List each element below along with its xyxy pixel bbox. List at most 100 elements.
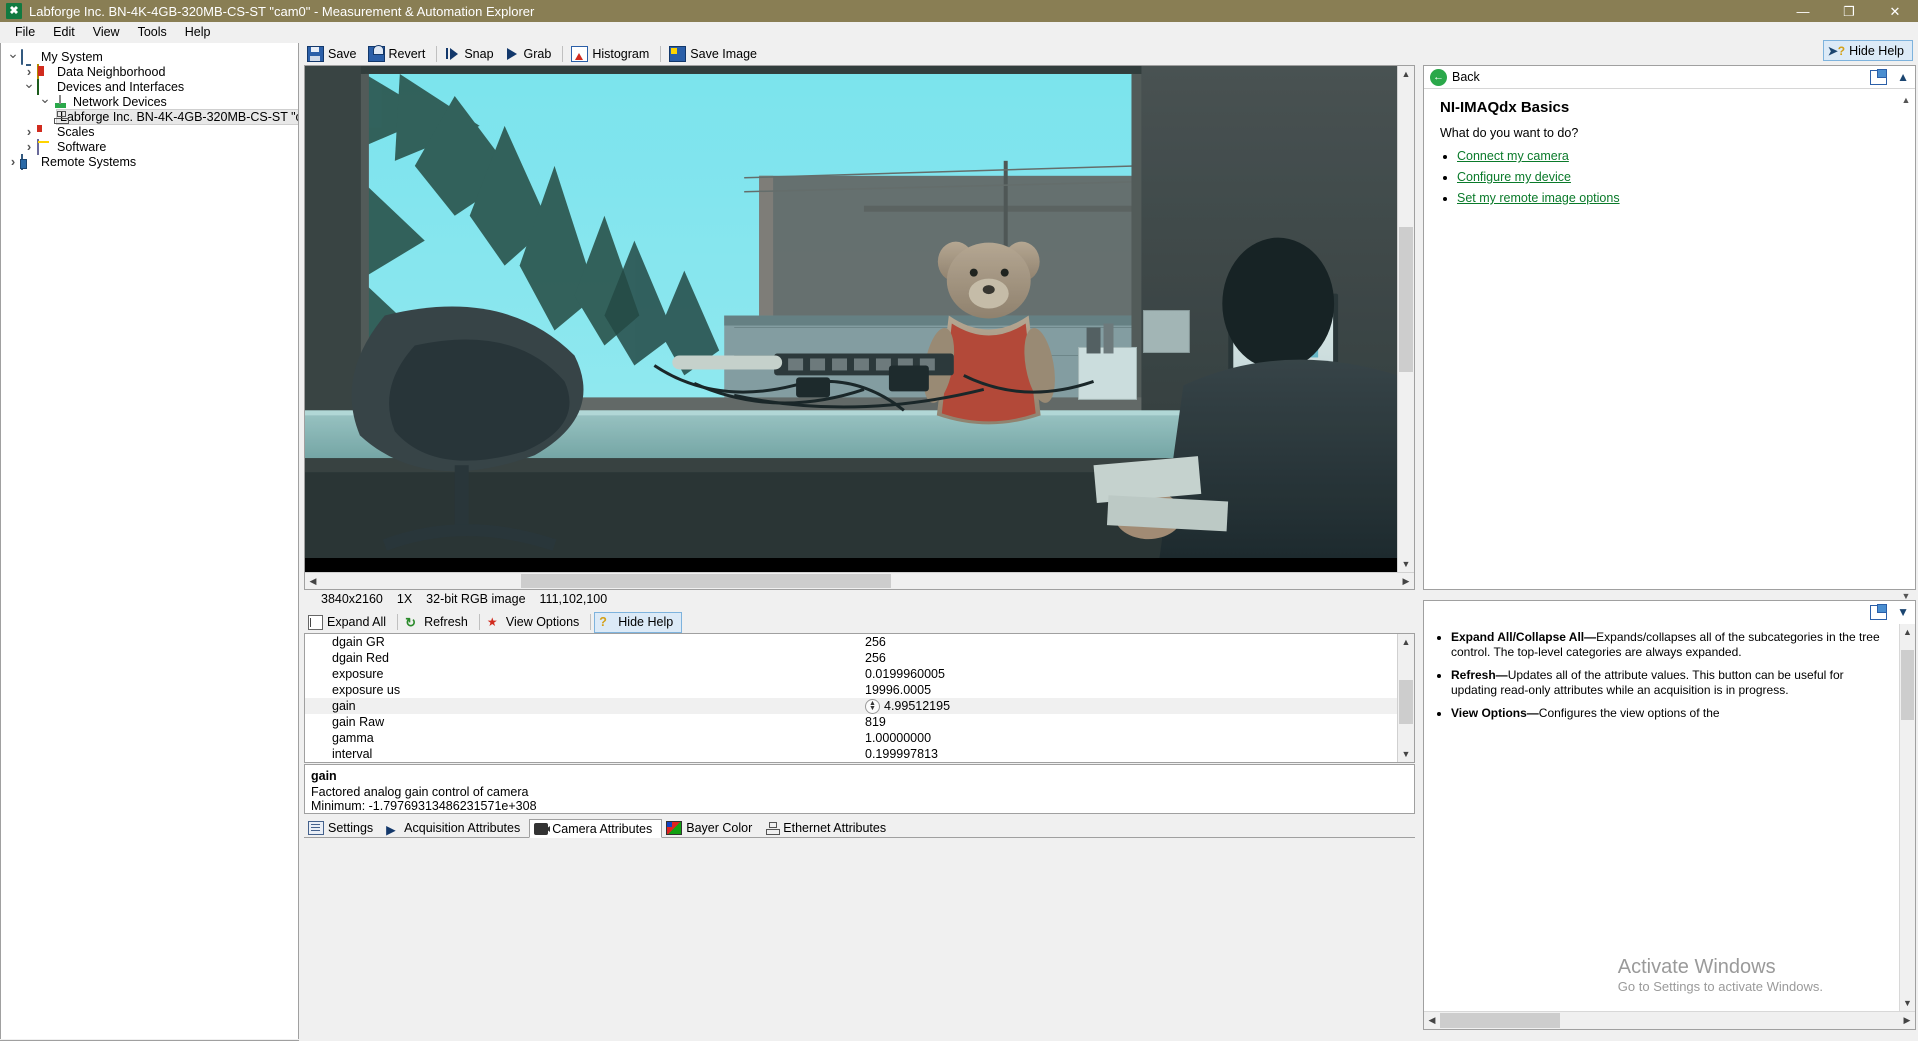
table-row[interactable]: exposure 0.0199960005 xyxy=(305,666,1397,682)
link-configure-my-device[interactable]: Configure my device xyxy=(1457,170,1571,184)
vscroll-track[interactable] xyxy=(1900,640,1915,995)
image-horizontal-scrollbar[interactable]: ◀ ▶ xyxy=(305,572,1414,589)
chevron-right-icon[interactable] xyxy=(5,154,21,169)
tab-acquisition-attributes[interactable]: ▶ Acquisition Attributes xyxy=(382,818,529,837)
hscroll-thumb[interactable] xyxy=(521,574,891,588)
scroll-down-icon[interactable]: ▼ xyxy=(1899,589,1913,603)
tree-item-data-neighborhood[interactable]: Data Neighborhood xyxy=(1,63,298,80)
image-vertical-scrollbar[interactable]: ▲ ▼ xyxy=(1397,66,1414,572)
scroll-down-icon[interactable]: ▼ xyxy=(1398,746,1414,762)
view-options-button[interactable]: ★ View Options xyxy=(483,613,587,632)
chevron-down-icon[interactable] xyxy=(21,78,37,95)
table-row-selected[interactable]: gain ▲ ▼ 4.99512195 xyxy=(305,698,1397,714)
list-item: Connect my camera xyxy=(1457,149,1899,163)
menu-view[interactable]: View xyxy=(84,23,129,41)
attributes-table[interactable]: dgain GR 256 dgain Red 256 exposure 0.01… xyxy=(304,633,1415,763)
table-row[interactable]: dgain GR 256 xyxy=(305,634,1397,650)
help-bottom-horizontal-scrollbar[interactable]: ◀ ▶ xyxy=(1424,1011,1915,1029)
vscroll-thumb[interactable] xyxy=(1399,680,1413,724)
tree-item-scales[interactable]: Scales xyxy=(1,124,298,139)
attribute-value[interactable]: 819 xyxy=(865,715,1397,729)
snap-button[interactable]: Snap xyxy=(441,44,500,63)
ethernet-icon xyxy=(765,821,781,835)
tab-ethernet-attributes[interactable]: Ethernet Attributes xyxy=(761,818,895,837)
scroll-up-icon[interactable]: ▲ xyxy=(1398,634,1414,650)
back-label[interactable]: Back xyxy=(1452,70,1870,84)
grab-button[interactable]: Grab xyxy=(501,44,559,63)
help-vertical-scrollbar[interactable]: ▲ ▼ xyxy=(1899,93,1913,603)
spinner-icon[interactable]: ▲ ▼ xyxy=(865,698,880,714)
scroll-up-icon[interactable]: ▲ xyxy=(1398,66,1414,82)
attribute-value[interactable]: 0.199997813 xyxy=(865,747,1397,761)
attribute-value[interactable]: 1.00000000 xyxy=(865,731,1397,745)
window-restore-icon[interactable] xyxy=(1870,603,1888,620)
chevron-down-icon[interactable]: ▼ xyxy=(1897,605,1909,619)
table-row[interactable]: interval us 199997.813 xyxy=(305,762,1397,763)
scroll-left-icon[interactable]: ◀ xyxy=(305,573,321,589)
scroll-down-icon[interactable]: ▼ xyxy=(1398,556,1414,572)
attributes-vertical-scrollbar[interactable]: ▲ ▼ xyxy=(1397,634,1414,762)
tree-item-camera-device[interactable]: Labforge Inc. BN-4K-4GB-320MB-CS-ST "cam… xyxy=(1,108,298,125)
window-title: Labforge Inc. BN-4K-4GB-320MB-CS-ST "cam… xyxy=(29,3,535,19)
attribute-value[interactable]: 256 xyxy=(865,635,1397,649)
vscroll-thumb[interactable] xyxy=(1399,227,1413,372)
attribute-value[interactable]: 256 xyxy=(865,651,1397,665)
image-pixel-value: 111,102,100 xyxy=(539,592,608,606)
minimize-button[interactable]: — xyxy=(1780,0,1826,22)
tab-camera-attributes[interactable]: Camera Attributes xyxy=(529,819,663,838)
tab-settings[interactable]: Settings xyxy=(304,818,382,837)
tree-item-remote-systems[interactable]: Remote Systems xyxy=(1,153,298,170)
attribute-value-editor[interactable]: ▲ ▼ 4.99512195 xyxy=(865,698,1397,714)
attributes-toolbar: Expand All ↻ Refresh ★ View Options ? Hi… xyxy=(304,611,1421,633)
camera-image[interactable] xyxy=(305,66,1397,572)
tab-bayer-color[interactable]: Bayer Color xyxy=(662,818,761,837)
chevron-down-icon[interactable] xyxy=(5,48,21,65)
save-image-button[interactable]: Save Image xyxy=(665,44,764,63)
hide-help-attributes-button[interactable]: ? Hide Help xyxy=(594,611,683,633)
scroll-up-icon[interactable]: ▲ xyxy=(1900,624,1915,640)
close-button[interactable]: ✕ xyxy=(1872,0,1918,22)
hscroll-track[interactable] xyxy=(321,573,1398,589)
attribute-value[interactable]: 0.0199960005 xyxy=(865,667,1397,681)
vscroll-track[interactable] xyxy=(1398,650,1414,746)
menu-tools[interactable]: Tools xyxy=(129,23,176,41)
scroll-right-icon[interactable]: ▶ xyxy=(1398,573,1414,589)
hide-help-attributes-label: Hide Help xyxy=(618,615,674,629)
hscroll-thumb[interactable] xyxy=(1440,1013,1560,1028)
hide-help-top-button[interactable]: ➤? Hide Help xyxy=(1822,40,1913,61)
table-row[interactable]: exposure us 19996.0005 xyxy=(305,682,1397,698)
histogram-button[interactable]: Histogram xyxy=(567,44,656,63)
save-button[interactable]: Save xyxy=(303,44,364,63)
tree-item-software[interactable]: Software xyxy=(1,138,298,155)
revert-button[interactable]: Revert xyxy=(364,44,433,63)
vscroll-track[interactable] xyxy=(1398,82,1414,556)
chevron-up-icon[interactable]: ▲ xyxy=(1897,70,1909,84)
table-row[interactable]: dgain Red 256 xyxy=(305,650,1397,666)
menu-file[interactable]: File xyxy=(6,23,44,41)
scroll-down-icon[interactable]: ▼ xyxy=(1900,995,1915,1011)
scroll-right-icon[interactable]: ▶ xyxy=(1899,1012,1915,1029)
scroll-up-icon[interactable]: ▲ xyxy=(1899,93,1913,107)
chevron-right-icon[interactable] xyxy=(21,124,37,139)
window-restore-icon[interactable] xyxy=(1870,68,1888,85)
help-bottom-vertical-scrollbar[interactable]: ▲ ▼ xyxy=(1899,624,1915,1011)
table-row[interactable]: gamma 1.00000000 xyxy=(305,730,1397,746)
scroll-left-icon[interactable]: ◀ xyxy=(1424,1012,1440,1029)
attribute-value[interactable]: 19996.0005 xyxy=(865,683,1397,697)
expand-all-button[interactable]: Expand All xyxy=(304,613,394,632)
hscroll-track[interactable] xyxy=(1440,1012,1899,1029)
tree-item-network-devices[interactable]: Network Devices xyxy=(1,94,298,109)
refresh-button[interactable]: ↻ Refresh xyxy=(401,613,476,632)
link-set-remote-image-options[interactable]: Set my remote image options xyxy=(1457,191,1620,205)
tree-item-my-system[interactable]: My System xyxy=(1,48,298,65)
menu-help[interactable]: Help xyxy=(176,23,220,41)
back-arrow-icon[interactable]: ← xyxy=(1430,68,1447,86)
menu-edit[interactable]: Edit xyxy=(44,23,84,41)
maximize-button[interactable]: ❐ xyxy=(1826,0,1872,22)
link-connect-my-camera[interactable]: Connect my camera xyxy=(1457,149,1569,163)
table-row[interactable]: gain Raw 819 xyxy=(305,714,1397,730)
chevron-right-icon[interactable] xyxy=(21,139,37,154)
chevron-down-icon[interactable] xyxy=(37,93,53,110)
table-row[interactable]: interval 0.199997813 xyxy=(305,746,1397,762)
vscroll-thumb[interactable] xyxy=(1901,650,1914,720)
